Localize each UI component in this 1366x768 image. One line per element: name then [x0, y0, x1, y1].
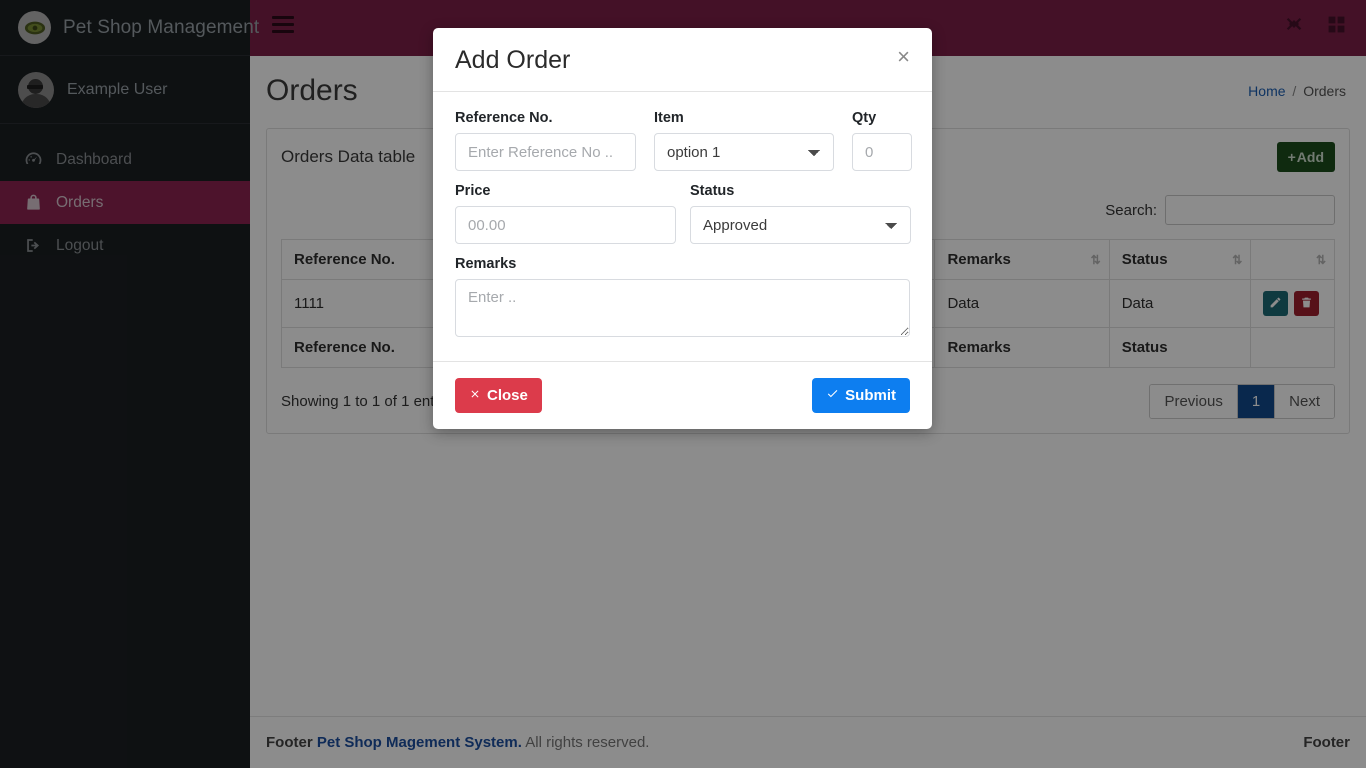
modal-footer: Close Submit — [433, 361, 932, 429]
field-status: Status Approved — [690, 183, 911, 244]
price-input[interactable] — [455, 206, 676, 244]
status-select[interactable]: Approved — [690, 206, 911, 244]
label-status: Status — [690, 183, 735, 199]
field-reference-no: Reference No. — [455, 110, 636, 171]
form-row-2: Price Status Approved — [455, 183, 911, 244]
label-reference-no: Reference No. — [455, 110, 553, 126]
submit-button-label: Submit — [845, 387, 896, 404]
submit-button[interactable]: Submit — [812, 378, 910, 413]
check-icon — [826, 387, 839, 404]
field-price: Price — [455, 183, 676, 244]
add-order-modal: Add Order × Reference No. Item option 1 … — [433, 28, 932, 429]
close-button-label: Close — [487, 387, 528, 404]
label-qty: Qty — [852, 110, 877, 126]
field-qty: Qty — [852, 110, 912, 171]
qty-input[interactable] — [852, 133, 912, 171]
close-button[interactable]: Close — [455, 378, 542, 413]
remarks-textarea[interactable] — [455, 279, 910, 337]
form-row-3: Remarks — [455, 256, 910, 337]
label-price: Price — [455, 183, 491, 199]
label-item: Item — [654, 110, 684, 126]
times-icon — [469, 387, 481, 404]
modal-body: Reference No. Item option 1 Qty Price St… — [433, 92, 932, 361]
modal-title: Add Order — [455, 46, 571, 74]
modal-header: Add Order × — [433, 28, 932, 92]
item-select[interactable]: option 1 — [654, 133, 834, 171]
field-remarks: Remarks — [455, 256, 910, 337]
form-row-1: Reference No. Item option 1 Qty — [455, 110, 912, 171]
label-remarks: Remarks — [455, 256, 517, 272]
reference-no-input[interactable] — [455, 133, 636, 171]
close-x-icon[interactable]: × — [897, 46, 910, 68]
field-item: Item option 1 — [654, 110, 834, 171]
